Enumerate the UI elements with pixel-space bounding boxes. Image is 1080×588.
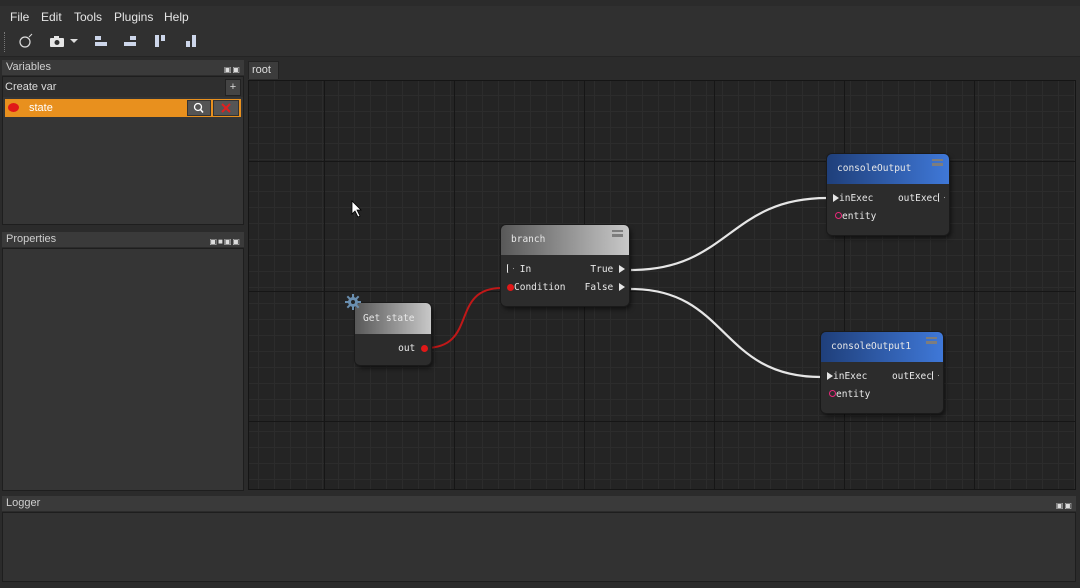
magnifier-icon: [193, 102, 204, 113]
node-title: consoleOutput1: [831, 341, 912, 352]
logger-panel: [2, 512, 1076, 582]
toolbar-handle: [4, 32, 7, 52]
gear-icon: [344, 293, 362, 311]
properties-panel: [2, 248, 244, 491]
bool-pin-icon: [507, 284, 514, 291]
new-graph-icon[interactable]: [16, 32, 34, 50]
wire-true-to-consoleoutput: [630, 196, 828, 272]
pin-entity[interactable]: entity: [835, 211, 876, 222]
exec-out-icon: [932, 371, 939, 380]
node-header: consoleOutput: [827, 154, 949, 184]
toolbar: [0, 28, 1080, 57]
properties-dock-title: Properties ▣■▣▣: [2, 232, 244, 247]
variables-title: Variables: [6, 61, 52, 73]
dock-float-close-buttons[interactable]: ▣▣: [1056, 498, 1073, 513]
dropdown-arrow-icon[interactable]: [68, 32, 80, 50]
graph-canvas[interactable]: branch In Condition True False Get state…: [248, 80, 1076, 490]
camera-icon[interactable]: [48, 32, 66, 50]
logger-dock-title: Logger ▣▣: [2, 496, 1076, 511]
node-get-state[interactable]: Get state out: [355, 303, 431, 365]
align-right-icon[interactable]: [121, 32, 139, 50]
pin-in-exec[interactable]: inExec: [827, 371, 867, 382]
node-console-output[interactable]: consoleOutput inExec entity outExec: [827, 154, 949, 235]
dock-float-close-buttons[interactable]: ▣▣: [224, 62, 241, 77]
node-branch[interactable]: branch In Condition True False: [501, 225, 629, 306]
variable-row-state[interactable]: state: [5, 99, 241, 117]
pin-out[interactable]: out: [398, 343, 428, 354]
create-var-row: Create var +: [3, 77, 243, 97]
pin-in[interactable]: In: [507, 264, 531, 275]
variable-type-dot: [8, 103, 19, 112]
exec-in-icon: [507, 264, 514, 273]
menu-help[interactable]: Help: [164, 10, 189, 24]
node-header: branch: [501, 225, 629, 255]
pin-out-exec[interactable]: outExec: [898, 193, 945, 204]
node-console-output1[interactable]: consoleOutput1 inExec entity outExec: [821, 332, 943, 413]
node-menu-icon[interactable]: [612, 230, 623, 237]
wires: [351, 196, 828, 379]
entity-pin-icon: [835, 212, 842, 219]
delete-variable-button[interactable]: [213, 100, 239, 116]
exec-out-icon: [619, 283, 625, 291]
menu-file[interactable]: File: [10, 10, 29, 24]
add-variable-button[interactable]: +: [225, 79, 241, 96]
pin-entity[interactable]: entity: [829, 389, 870, 400]
find-variable-button[interactable]: [187, 100, 211, 116]
pin-in-exec[interactable]: inExec: [833, 193, 873, 204]
create-var-label: Create var: [5, 81, 57, 93]
mouse-cursor-icon: [351, 200, 362, 218]
menu-bar: File Edit Tools Plugins Help: [0, 6, 1080, 28]
tab-root[interactable]: root: [248, 61, 279, 79]
variable-name: state: [29, 102, 53, 114]
menu-tools[interactable]: Tools: [74, 10, 102, 24]
variables-panel: Create var + state: [2, 76, 244, 225]
pin-true[interactable]: True: [590, 264, 625, 275]
node-header: Get state: [355, 303, 431, 334]
menu-plugins[interactable]: Plugins: [114, 10, 153, 24]
align-left-icon[interactable]: [92, 32, 110, 50]
wire-state-to-condition: [424, 287, 503, 349]
logger-title: Logger: [6, 497, 41, 509]
exec-out-icon: [938, 193, 945, 202]
node-menu-icon[interactable]: [926, 337, 937, 344]
properties-title: Properties: [6, 233, 57, 245]
pin-condition[interactable]: Condition: [507, 282, 565, 293]
delete-x-icon: [221, 103, 231, 113]
bool-pin-icon: [421, 345, 428, 352]
node-title: Get state: [363, 313, 415, 324]
pin-false[interactable]: False: [585, 282, 625, 293]
menu-edit[interactable]: Edit: [41, 10, 62, 24]
align-bottom-icon[interactable]: [182, 32, 200, 50]
exec-out-icon: [619, 265, 625, 273]
node-title: consoleOutput: [837, 163, 912, 174]
node-title: branch: [511, 234, 546, 245]
align-top-icon[interactable]: [151, 32, 169, 50]
wire-false-to-consoleoutput1: [630, 287, 822, 379]
entity-pin-icon: [829, 390, 836, 397]
node-menu-icon[interactable]: [932, 159, 943, 166]
variables-dock-title: Variables ▣▣: [2, 60, 244, 75]
dock-buttons[interactable]: ▣■▣▣: [209, 234, 241, 249]
node-header: consoleOutput1: [821, 332, 943, 362]
pin-out-exec[interactable]: outExec: [892, 371, 939, 382]
